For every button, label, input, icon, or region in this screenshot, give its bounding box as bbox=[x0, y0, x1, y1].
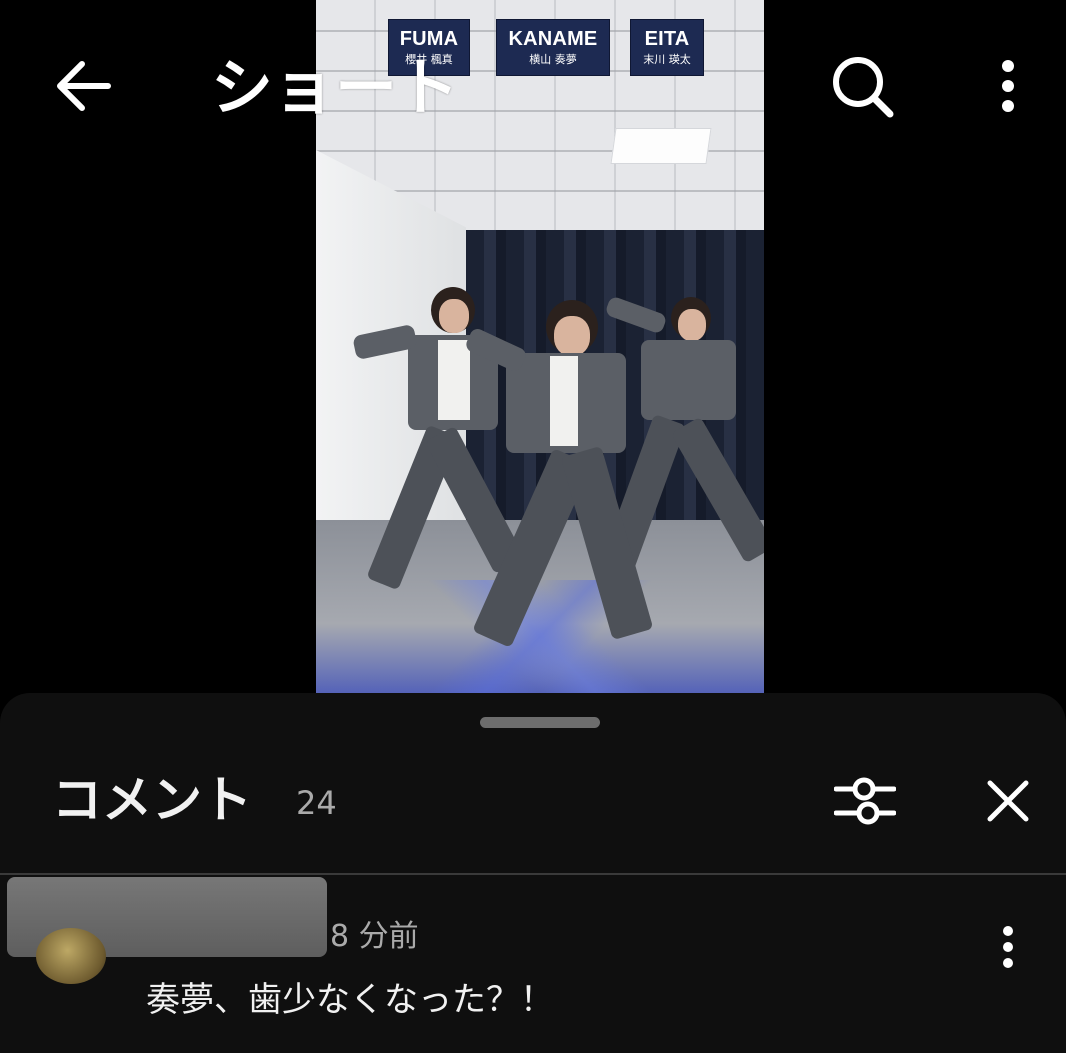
comments-count: 24 bbox=[296, 784, 337, 822]
more-vertical-icon[interactable] bbox=[996, 58, 1020, 114]
sliders-icon[interactable] bbox=[833, 775, 897, 827]
close-icon[interactable] bbox=[986, 779, 1030, 823]
top-app-bar: ショート bbox=[0, 0, 1066, 180]
page-title: ショート bbox=[211, 51, 460, 124]
search-icon[interactable] bbox=[830, 54, 896, 120]
dancer-center bbox=[463, 298, 666, 668]
drag-handle[interactable] bbox=[480, 717, 600, 728]
comment-timestamp: 8 分前 bbox=[330, 919, 419, 954]
arrow-left-icon[interactable] bbox=[52, 58, 114, 114]
comments-title: コメント bbox=[52, 771, 252, 829]
header-divider bbox=[0, 873, 1066, 875]
more-vertical-icon[interactable] bbox=[998, 925, 1018, 969]
comment-text: 奏夢、歯少なくなった？！ bbox=[146, 980, 554, 1020]
avatar[interactable] bbox=[36, 928, 106, 984]
comments-sheet: コメント 24 8 分前 奏夢、歯少なくなった？！ bbox=[0, 693, 1066, 1053]
